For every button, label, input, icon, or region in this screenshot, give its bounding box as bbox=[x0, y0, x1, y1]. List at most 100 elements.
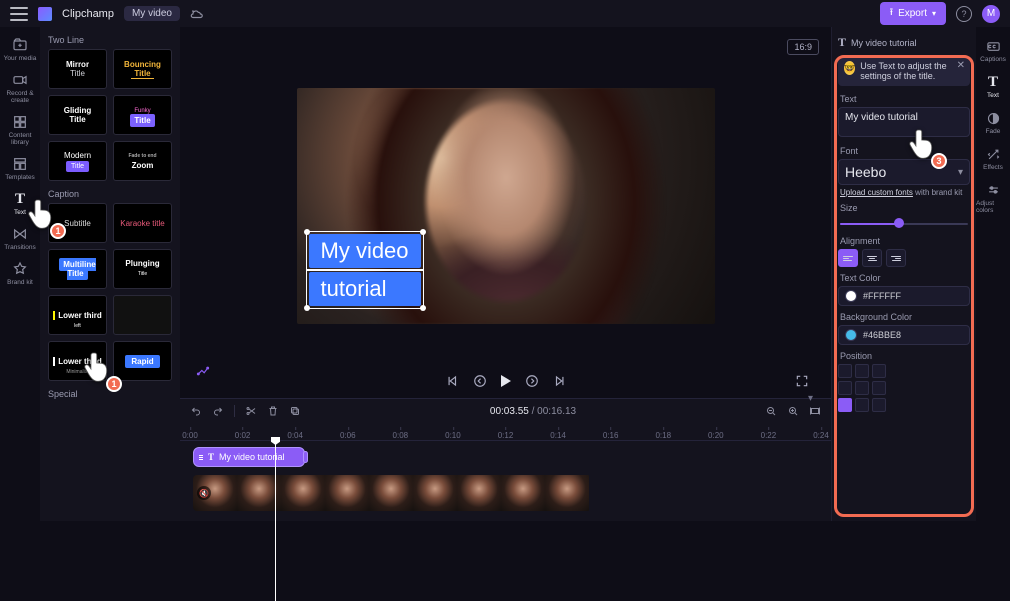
align-left-button[interactable] bbox=[838, 249, 858, 267]
position-grid bbox=[838, 364, 970, 412]
left-rail: Your media Record & create Content libra… bbox=[0, 27, 40, 521]
pos-ml[interactable] bbox=[838, 381, 852, 395]
upload-icon: ⭱ bbox=[890, 5, 894, 22]
rail-item-content-library[interactable]: Content library bbox=[0, 110, 40, 150]
undo-icon[interactable] bbox=[190, 405, 202, 417]
cloud-sync-icon bbox=[190, 7, 204, 21]
tpl-modern[interactable]: ModernTitle bbox=[48, 141, 107, 181]
hint-box: 🤓 Use Text to adjust the settings of the… bbox=[838, 56, 970, 86]
chevron-down-icon: ▾ bbox=[958, 167, 963, 178]
pos-bc[interactable] bbox=[855, 398, 869, 412]
pos-bl[interactable] bbox=[838, 398, 852, 412]
font-select[interactable]: Heebo ▾ bbox=[838, 159, 970, 185]
help-icon[interactable]: ? bbox=[956, 6, 972, 22]
tpl-subtitle[interactable]: Subtitle bbox=[48, 203, 107, 243]
tpl-gliding[interactable]: GlidingTitle bbox=[48, 95, 107, 135]
ruler-tick: 0:08 bbox=[393, 431, 409, 440]
rail-item-your-media[interactable]: Your media bbox=[0, 33, 40, 66]
frame-forward-icon[interactable] bbox=[525, 374, 539, 388]
section-caption: Caption bbox=[48, 189, 172, 199]
pos-tc[interactable] bbox=[855, 364, 869, 378]
brand-kit-icon bbox=[12, 261, 28, 277]
tpl-rapid[interactable]: Rapid bbox=[113, 341, 172, 381]
video-clip[interactable]: 🔇 bbox=[193, 475, 591, 511]
frame-back-icon[interactable] bbox=[473, 374, 487, 388]
pos-br[interactable] bbox=[872, 398, 886, 412]
label-bg-color: Background Color bbox=[840, 312, 970, 322]
menu-icon[interactable] bbox=[10, 7, 28, 21]
rail-item-record[interactable]: Record & create bbox=[0, 68, 40, 108]
split-icon[interactable] bbox=[245, 405, 257, 417]
rrail-adjust[interactable]: Adjust colors bbox=[976, 179, 1010, 218]
aspect-ratio-badge[interactable]: 16:9 bbox=[787, 39, 819, 55]
avatar[interactable]: M bbox=[982, 5, 1000, 23]
tpl-lowerthird-min[interactable]: Lower thirdMinimalist bbox=[48, 341, 107, 381]
rrail-fade[interactable]: Fade bbox=[976, 107, 1010, 139]
tpl-bouncing[interactable]: BouncingTitle bbox=[113, 49, 172, 89]
fullscreen-icon[interactable] bbox=[795, 374, 809, 388]
tpl-karaoke[interactable]: Karaoke title bbox=[113, 203, 172, 243]
bg-color-swatch bbox=[845, 329, 857, 341]
tpl-zoom[interactable]: Fade to endZoom bbox=[113, 141, 172, 181]
ruler-tick: 0:12 bbox=[498, 431, 514, 440]
title-overlay[interactable]: My video tutorial bbox=[309, 234, 421, 306]
ruler-tick: 0:14 bbox=[550, 431, 566, 440]
align-center-button[interactable] bbox=[862, 249, 882, 267]
zoom-in-icon[interactable] bbox=[787, 405, 799, 417]
pos-tl[interactable] bbox=[838, 364, 852, 378]
zoom-out-icon[interactable] bbox=[765, 405, 777, 417]
mute-icon[interactable]: 🔇 bbox=[197, 486, 211, 500]
rail-item-templates[interactable]: Templates bbox=[0, 152, 40, 185]
video-title-tab[interactable]: My video bbox=[124, 6, 180, 21]
align-right-button[interactable] bbox=[886, 249, 906, 267]
bg-color-picker[interactable]: #46BBE8 bbox=[838, 325, 970, 345]
label-position: Position bbox=[840, 351, 970, 361]
tpl-blank-1[interactable] bbox=[113, 295, 172, 335]
redo-icon[interactable] bbox=[212, 405, 224, 417]
video-canvas[interactable]: My video tutorial bbox=[297, 88, 715, 324]
timeline: 00:03.55 / 00:16.13 0:000:020:040:060:08… bbox=[180, 398, 831, 521]
title-overlay-line2[interactable]: tutorial bbox=[309, 272, 421, 306]
duplicate-icon[interactable] bbox=[289, 405, 301, 417]
rail-item-text[interactable]: T Text bbox=[0, 187, 40, 220]
tpl-funky[interactable]: FunkyTitle bbox=[113, 95, 172, 135]
text-clip[interactable]: T My video tutorial bbox=[193, 447, 305, 467]
ruler-tick: 0:02 bbox=[235, 431, 251, 440]
pos-mr[interactable] bbox=[872, 381, 886, 395]
close-icon[interactable]: ✕ bbox=[957, 60, 965, 71]
folder-plus-icon bbox=[12, 37, 28, 53]
transitions-icon bbox=[12, 226, 28, 242]
play-button[interactable] bbox=[501, 375, 511, 387]
ruler-tick: 0:10 bbox=[445, 431, 461, 440]
tpl-plunging[interactable]: PlungingTitle bbox=[113, 249, 172, 289]
text-color-picker[interactable]: #FFFFFF bbox=[838, 286, 970, 306]
panel-resize-icon[interactable]: ▾ bbox=[808, 393, 813, 404]
skip-start-icon[interactable] bbox=[445, 374, 459, 388]
text-color-value: #FFFFFF bbox=[863, 291, 901, 301]
timeline-timecode: 00:03.55 / 00:16.13 bbox=[311, 406, 755, 417]
skip-end-icon[interactable] bbox=[553, 374, 567, 388]
brand-name: Clipchamp bbox=[62, 8, 114, 20]
pos-tr[interactable] bbox=[872, 364, 886, 378]
zoom-fit-icon[interactable] bbox=[809, 405, 821, 417]
upload-fonts-anchor[interactable]: Upload custom fonts bbox=[840, 188, 913, 197]
pos-mc[interactable] bbox=[855, 381, 869, 395]
export-button[interactable]: ⭱ Export ▾ bbox=[880, 2, 946, 25]
rrail-captions[interactable]: Captions bbox=[976, 35, 1010, 67]
label-font: Font bbox=[840, 146, 970, 156]
slider-knob[interactable] bbox=[894, 218, 904, 228]
title-overlay-line1[interactable]: My video bbox=[309, 234, 421, 268]
rail-item-brand-kit[interactable]: Brand kit bbox=[0, 257, 40, 290]
transport-controls: ▾ bbox=[180, 364, 831, 398]
rrail-text[interactable]: T Text bbox=[976, 71, 1010, 103]
size-slider[interactable] bbox=[840, 216, 968, 230]
rail-item-transitions[interactable]: Transitions bbox=[0, 222, 40, 255]
rrail-effects[interactable]: Effects bbox=[976, 143, 1010, 175]
playhead[interactable] bbox=[275, 441, 276, 601]
tpl-mirror[interactable]: MirrorTitle bbox=[48, 49, 107, 89]
delete-icon[interactable] bbox=[267, 405, 279, 417]
text-input[interactable] bbox=[838, 107, 970, 137]
tpl-lowerthird-left[interactable]: Lower thirdleft bbox=[48, 295, 107, 335]
tpl-multiline[interactable]: MultilineTitle bbox=[48, 249, 107, 289]
ruler-tick: 0:24 bbox=[813, 431, 829, 440]
